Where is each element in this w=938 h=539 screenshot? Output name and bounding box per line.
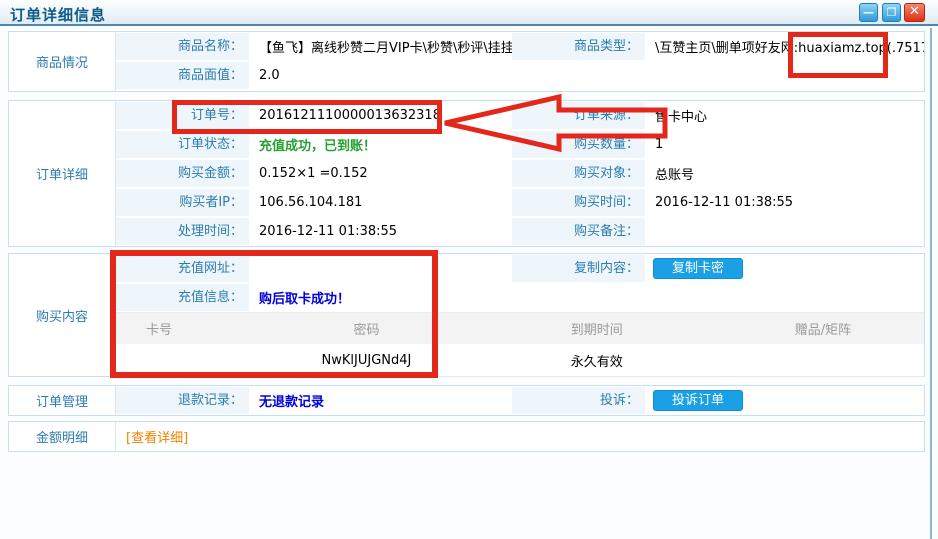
refund-record-value: 无退款记录 xyxy=(249,391,512,410)
card-table: 卡号 密码 到期时间 赠品/矩阵 NwKlJUJGNd4J 永久有效 xyxy=(116,312,924,377)
order-source-value: 售卡中心 xyxy=(645,106,924,125)
close-icon[interactable]: ✕ xyxy=(904,3,925,22)
complain-order-button[interactable]: 投诉订单 xyxy=(653,390,743,411)
copy-content-cell: 复制卡密 xyxy=(645,258,924,279)
expire-time-value: 永久有效 xyxy=(472,351,722,370)
section-label-amount: 金额明细 xyxy=(9,422,116,451)
buyer-ip-label: 购买者IP： xyxy=(116,189,249,216)
copy-card-button[interactable]: 复制卡密 xyxy=(653,258,743,279)
panel-order-manage: 订单管理 退款记录： 无退款记录 投诉： 投诉订单 xyxy=(8,385,925,416)
order-number-value: 2016121110000013632318 xyxy=(249,108,512,123)
panel-product-info: 商品情况 商品名称： 【鱼飞】离线秒赞二月VIP卡\秒赞\秒评\挂挂 商品类型：… xyxy=(8,31,925,92)
card-table-row: NwKlJUJGNd4J 永久有效 xyxy=(116,344,924,377)
refund-record-label: 退款记录： xyxy=(116,387,249,414)
section-label-product: 商品情况 xyxy=(9,32,116,91)
row-buy-amount: 购买金额： 0.152×1 =0.152 购买对象： 总账号 xyxy=(116,159,924,188)
row-refund: 退款记录： 无退款记录 投诉： 投诉订单 xyxy=(116,386,924,415)
window-title: 订单详细信息 xyxy=(10,4,106,25)
card-table-header: 卡号 密码 到期时间 赠品/矩阵 xyxy=(116,312,924,344)
buy-quantity-value: 1 xyxy=(645,137,924,152)
buy-time-value: 2016-12-11 01:38:55 xyxy=(645,195,924,210)
buy-target-value: 总账号 xyxy=(645,164,924,183)
buy-quantity-label: 购买数量： xyxy=(512,131,645,158)
product-face-value: 2.0 xyxy=(249,68,924,83)
section-label-content: 购买内容 xyxy=(9,254,116,376)
complaint-label: 投诉： xyxy=(512,387,645,414)
product-name-label: 商品名称： xyxy=(116,33,249,60)
row-process-time: 处理时间： 2016-12-11 01:38:55 购买备注： xyxy=(116,217,924,246)
buy-remark-label: 购买备注： xyxy=(512,218,645,245)
product-type-label: 商品类型： xyxy=(512,33,645,60)
titlebar: 订单详细信息 — ❐ ✕ xyxy=(0,0,938,26)
product-name-value: 【鱼飞】离线秒赞二月VIP卡\秒赞\秒评\挂挂 xyxy=(249,37,512,56)
buy-target-label: 购买对象： xyxy=(512,160,645,187)
buy-amount-label: 购买金额： xyxy=(116,160,249,187)
row-recharge-url: 充值网址： 复制内容： 复制卡密 xyxy=(116,254,924,283)
row-recharge-info: 充值信息： 购后取卡成功！ xyxy=(116,283,924,312)
order-number-label: 订单号： xyxy=(116,102,249,129)
row-order-number: 订单号： 2016121110000013632318 订单来源： 售卡中心 xyxy=(116,101,924,130)
col-expire-time: 到期时间 xyxy=(472,319,722,338)
recharge-url-label: 充值网址： xyxy=(116,255,249,282)
col-card-number: 卡号 xyxy=(116,319,261,338)
copy-content-label: 复制内容： xyxy=(512,255,645,282)
section-label-order: 订单详细 xyxy=(9,101,116,246)
row-product-name: 商品名称： 【鱼飞】离线秒赞二月VIP卡\秒赞\秒评\挂挂 商品类型： \互赞主… xyxy=(116,32,924,61)
process-time-value: 2016-12-11 01:38:55 xyxy=(249,224,512,239)
view-detail-link[interactable]: [查看详细] xyxy=(116,427,188,446)
order-source-label: 订单来源： xyxy=(512,102,645,129)
row-amount-detail: [查看详细] xyxy=(116,422,924,451)
complaint-cell: 投诉订单 xyxy=(645,390,924,411)
col-gift-matrix: 赠品/矩阵 xyxy=(722,319,924,338)
row-buyer-ip: 购买者IP： 106.56.104.181 购买时间： 2016-12-11 0… xyxy=(116,188,924,217)
order-status-value: 充值成功，已到账！ xyxy=(249,135,512,154)
recharge-info-label: 充值信息： xyxy=(116,284,249,311)
order-status-label: 订单状态： xyxy=(116,131,249,158)
minimize-icon[interactable]: — xyxy=(859,3,878,22)
panel-purchase-content: 购买内容 充值网址： 复制内容： 复制卡密 充值信息： 购后取卡成功！ 卡号 密… xyxy=(8,253,925,377)
panel-order-detail: 订单详细 订单号： 2016121110000013632318 订单来源： 售… xyxy=(8,100,925,247)
buy-amount-value: 0.152×1 =0.152 xyxy=(249,166,512,181)
row-product-face: 商品面值： 2.0 xyxy=(116,61,924,90)
product-type-value: \互赞主页\删单项好友网:huaxiamz.top(.7517 xyxy=(645,37,924,56)
maximize-icon[interactable]: ❐ xyxy=(882,3,901,22)
panel-amount-detail: 金额明细 [查看详细] xyxy=(8,421,925,452)
section-label-manage: 订单管理 xyxy=(9,386,116,415)
product-face-label: 商品面值： xyxy=(116,62,249,89)
process-time-label: 处理时间： xyxy=(116,218,249,245)
row-order-status: 订单状态： 充值成功，已到账！ 购买数量： 1 xyxy=(116,130,924,159)
recharge-info-value: 购后取卡成功！ xyxy=(249,288,924,307)
col-password: 密码 xyxy=(261,319,471,338)
window-right-border xyxy=(930,28,932,539)
buy-time-label: 购买时间： xyxy=(512,189,645,216)
buyer-ip-value: 106.56.104.181 xyxy=(249,195,512,210)
password-value: NwKlJUJGNd4J xyxy=(261,353,471,368)
